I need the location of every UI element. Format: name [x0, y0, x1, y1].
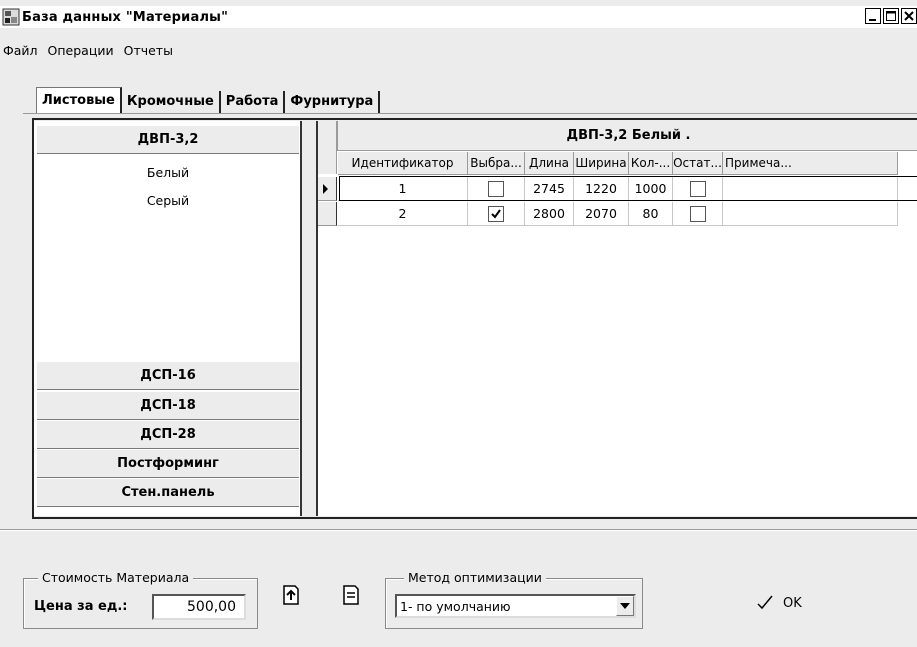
- price-label: Цена за ед.:: [34, 599, 128, 614]
- material-item-grey[interactable]: Серый: [37, 193, 299, 208]
- group-dvp-3-2[interactable]: ДВП-3,2: [37, 125, 299, 154]
- menu-bar: Файл Операции Отчеты: [0, 40, 917, 60]
- tab-hardware[interactable]: Фурнитура: [285, 91, 381, 113]
- cell-count[interactable]: 80: [629, 202, 673, 226]
- cell-width[interactable]: 1220: [574, 177, 629, 201]
- cell-selected[interactable]: [468, 202, 525, 226]
- bottom-separator: [0, 529, 917, 531]
- cell-width[interactable]: 2070: [574, 202, 629, 226]
- price-input[interactable]: 500,00: [152, 594, 246, 620]
- group-wall-panel[interactable]: Стен.панель: [37, 478, 299, 507]
- cell-length[interactable]: 2745: [525, 177, 574, 201]
- cell-length[interactable]: 2800: [525, 202, 574, 226]
- material-item-white[interactable]: Белый: [37, 165, 299, 180]
- tab-strip: Листовые Кромочные Работа Фурнитура: [36, 87, 381, 113]
- database-app-icon[interactable]: [2, 8, 20, 26]
- group-dsp-28[interactable]: ДСП-28: [37, 420, 299, 449]
- main-window: База данных "Материалы" Файл Операции От…: [0, 0, 917, 647]
- checkmark-icon: [757, 595, 773, 610]
- row-indicator[interactable]: [318, 177, 337, 201]
- optimization-method-value: 1- по умолчанию: [400, 598, 511, 614]
- ok-button[interactable]: OK: [755, 594, 802, 612]
- col-header-selected[interactable]: Выбра...: [468, 152, 525, 175]
- col-header-id[interactable]: Идентификатор: [338, 152, 468, 175]
- col-header-length[interactable]: Длина: [525, 152, 574, 175]
- cell-id[interactable]: 1: [338, 177, 468, 201]
- group-dsp-18[interactable]: ДСП-18: [37, 391, 299, 420]
- optimization-group-label: Метод оптимизации: [404, 570, 546, 585]
- menu-reports[interactable]: Отчеты: [120, 43, 179, 58]
- sheets-grid: ДВП-3,2 Белый . Идентификатор Выбра... Д…: [316, 121, 917, 516]
- import-icon[interactable]: [280, 583, 302, 607]
- cell-id[interactable]: 2: [338, 202, 468, 226]
- col-header-remainder[interactable]: Остат...: [673, 152, 723, 175]
- export-icon[interactable]: [340, 583, 362, 607]
- remainder-checkbox[interactable]: [689, 205, 706, 222]
- group-dsp-16[interactable]: ДСП-16: [37, 361, 299, 390]
- menu-operations[interactable]: Операции: [44, 43, 120, 58]
- checkmark-icon: [491, 208, 501, 219]
- grid-title: ДВП-3,2 Белый .: [337, 121, 917, 151]
- selected-checkbox[interactable]: [488, 205, 504, 222]
- maximize-icon[interactable]: [883, 8, 899, 24]
- col-header-count[interactable]: Кол-...: [629, 152, 673, 175]
- remainder-checkbox[interactable]: [689, 180, 706, 197]
- tab-work[interactable]: Работа: [221, 91, 286, 113]
- title-bar: База данных "Материалы": [0, 6, 917, 28]
- selected-checkbox[interactable]: [488, 180, 504, 197]
- ok-label: OK: [783, 595, 802, 611]
- col-header-width[interactable]: Ширина: [574, 152, 629, 175]
- window-controls: [865, 8, 917, 24]
- cell-selected[interactable]: [468, 177, 525, 201]
- cell-remainder[interactable]: [673, 202, 723, 226]
- cell-note[interactable]: [723, 202, 898, 226]
- cell-note[interactable]: [723, 177, 898, 201]
- chevron-down-icon[interactable]: [616, 596, 634, 616]
- col-header-note[interactable]: Примеча...: [723, 152, 898, 175]
- grid-corner: [318, 121, 337, 174]
- row-indicator[interactable]: [318, 202, 337, 226]
- cost-group-label: Стоимость Материала: [38, 570, 194, 585]
- current-row-arrow-icon: [323, 184, 328, 194]
- menu-file[interactable]: Файл: [0, 43, 44, 58]
- cell-remainder[interactable]: [673, 177, 723, 201]
- tab-sheet[interactable]: Листовые: [36, 87, 122, 113]
- material-groups-list: ДВП-3,2 Белый Серый ДСП-16 ДСП-18 ДСП-28…: [34, 121, 302, 516]
- cell-count[interactable]: 1000: [629, 177, 673, 201]
- tab-edge[interactable]: Кромочные: [122, 91, 221, 113]
- group-postforming[interactable]: Постформинг: [37, 449, 299, 478]
- window-title: База данных "Материалы": [22, 9, 229, 25]
- optimization-method-select[interactable]: 1- по умолчанию: [395, 594, 636, 618]
- close-icon[interactable]: [901, 8, 917, 24]
- minimize-icon[interactable]: [865, 8, 881, 24]
